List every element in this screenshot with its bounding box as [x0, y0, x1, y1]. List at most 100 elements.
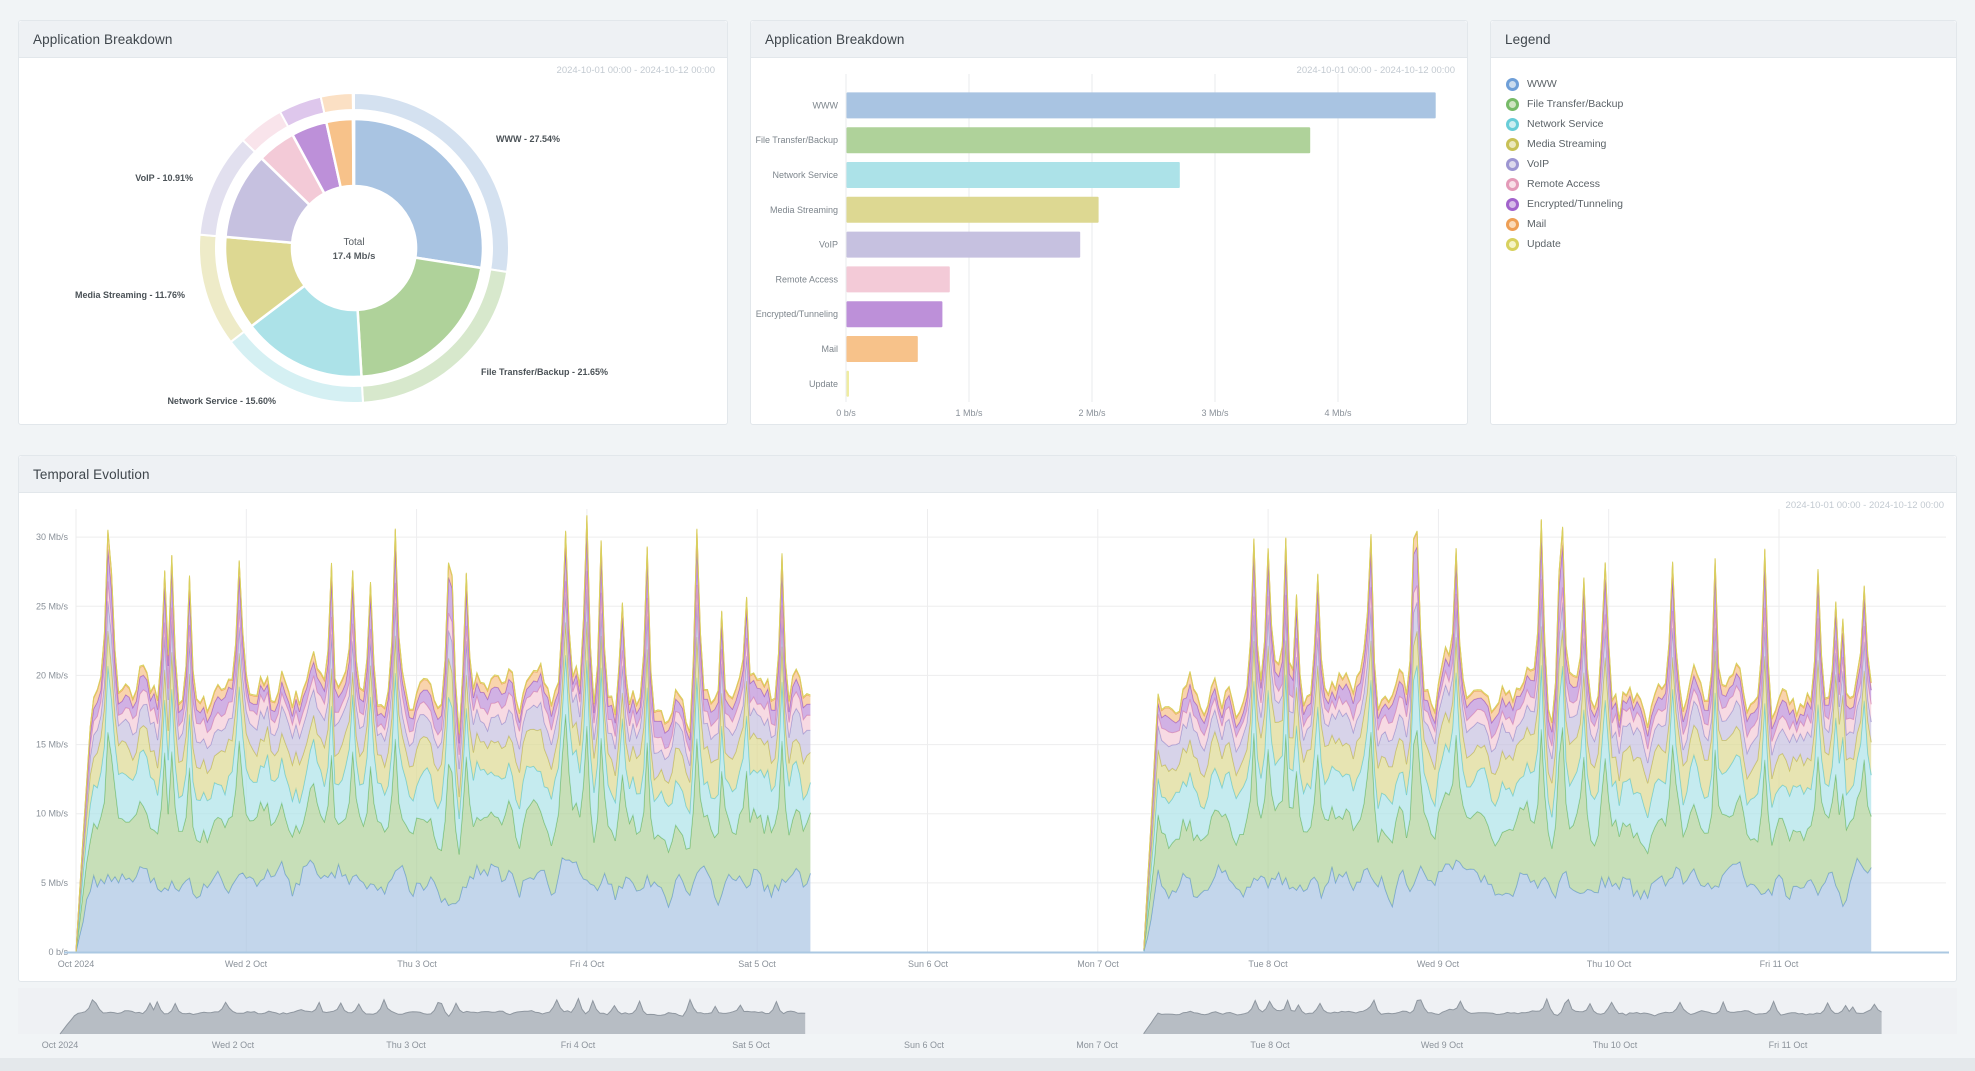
x-axis-tick-label: Thu 3 Oct — [397, 959, 437, 969]
bottom-scroll-strip[interactable] — [0, 1058, 1975, 1071]
panel-body: 2024-10-01 00:00 - 2024-10-12 00:00 0 b/… — [19, 493, 1956, 982]
navigator-chart[interactable]: Oct 2024Wed 2 OctThu 3 OctFri 4 OctSat 5… — [18, 988, 1957, 1058]
donut-total-value: 17.4 Mb/s — [333, 251, 376, 262]
bar-category-label: Mail — [821, 344, 838, 354]
bar-category-label: VoIP — [819, 240, 838, 250]
legend-item-update[interactable]: Update — [1506, 234, 1956, 254]
legend-item-label: WWW — [1527, 78, 1557, 90]
legend-item-encrypted-tunneling[interactable]: Encrypted/Tunneling — [1506, 194, 1956, 214]
bar-mail[interactable] — [847, 336, 918, 362]
timeline-navigator[interactable]: Oct 2024Wed 2 OctThu 3 OctFri 4 OctSat 5… — [18, 988, 1957, 1058]
panel-application-breakdown-bars: Application Breakdown 2024-10-01 00:00 -… — [750, 20, 1468, 425]
x-axis-tick-label: Wed 9 Oct — [1417, 959, 1460, 969]
traffic-dashboard: Application Breakdown 2024-10-01 00:00 -… — [0, 0, 1975, 1071]
legend-item-voip[interactable]: VoIP — [1506, 154, 1956, 174]
legend-item-www[interactable]: WWW — [1506, 74, 1956, 94]
navigator-tick-label: Wed 9 Oct — [1421, 1040, 1464, 1050]
x-axis-tick-label: Mon 7 Oct — [1077, 959, 1119, 969]
x-axis-tick-label: Sun 6 Oct — [908, 959, 949, 969]
bar-category-label: Network Service — [772, 170, 838, 180]
bar-file-transfer-backup[interactable] — [847, 127, 1311, 153]
bar-encrypted-tunneling[interactable] — [847, 301, 943, 327]
bar-chart[interactable]: 0 b/s 1 Mb/s 2 Mb/s 3 Mb/s 4 Mb/s WWW File Tra… — [751, 58, 1467, 426]
x-axis-tick-label: Sat 5 Oct — [738, 959, 776, 969]
panel-title: Legend — [1505, 32, 1551, 47]
bar-www[interactable] — [847, 92, 1436, 118]
y-axis-tick-label: 10 Mb/s — [36, 809, 69, 819]
navigator-tick-label: Mon 7 Oct — [1076, 1040, 1118, 1050]
panel-header: Application Breakdown — [19, 21, 727, 58]
navigator-tick-label: Oct 2024 — [42, 1040, 79, 1050]
donut-total-label: Total — [343, 237, 364, 248]
legend-item-mail[interactable]: Mail — [1506, 214, 1956, 234]
legend-list: WWW File Transfer/Backup Network Service Me… — [1491, 74, 1956, 254]
legend-dot-network-service — [1506, 118, 1519, 131]
bar-category-label: Remote Access — [775, 274, 838, 284]
y-axis-tick-label: 30 Mb/s — [36, 532, 69, 542]
bar-media-streaming[interactable] — [847, 197, 1099, 223]
panel-header: Legend — [1491, 21, 1956, 58]
x-axis-tick-label: Wed 2 Oct — [225, 959, 268, 969]
bar-category-label: Encrypted/Tunneling — [756, 309, 838, 319]
navigator-tick-label: Thu 10 Oct — [1593, 1040, 1638, 1050]
bar-x-tick-label: 1 Mb/s — [955, 408, 983, 418]
panel-body: 2024-10-01 00:00 - 2024-10-12 00:00 WWW … — [19, 58, 727, 425]
donut-outer-slice-encrypted-tunneling[interactable] — [280, 97, 324, 127]
panel-legend: Legend WWW File Transfer/Backup Network Se… — [1490, 20, 1957, 425]
bar-x-tick-label: 0 b/s — [836, 408, 856, 418]
bar-remote-access[interactable] — [847, 266, 950, 292]
legend-item-label: Media Streaming — [1527, 138, 1606, 150]
bar-category-label: WWW — [813, 100, 839, 110]
legend-item-network-service[interactable]: Network Service — [1506, 114, 1956, 134]
panel-title: Temporal Evolution — [33, 467, 150, 482]
panel-body: 2024-10-01 00:00 - 2024-10-12 00:00 0 b/… — [751, 58, 1467, 425]
legend-dot-remote-access — [1506, 178, 1519, 191]
bar-x-tick-label: 4 Mb/s — [1324, 408, 1352, 418]
legend-dot-update — [1506, 238, 1519, 251]
donut-slice-label: Media Streaming - 11.76% — [75, 290, 185, 300]
panel-header: Temporal Evolution — [19, 456, 1956, 493]
bar-x-tick-label: 3 Mb/s — [1201, 408, 1229, 418]
legend-dot-voip — [1506, 158, 1519, 171]
navigator-tick-label: Sun 6 Oct — [904, 1040, 945, 1050]
y-axis-tick-label: 15 Mb/s — [36, 740, 69, 750]
legend-item-label: Network Service — [1527, 118, 1603, 130]
donut-chart[interactable]: WWW - 27.54%File Transfer/Backup - 21.65… — [19, 58, 727, 426]
stacked-area-chart[interactable]: 0 b/s5 Mb/s10 Mb/s15 Mb/s20 Mb/s25 Mb/s3… — [19, 493, 1956, 982]
bar-voip[interactable] — [847, 232, 1081, 258]
legend-item-remote-access[interactable]: Remote Access — [1506, 174, 1956, 194]
donut-outer-slice-update[interactable] — [353, 93, 354, 110]
panel-title: Application Breakdown — [765, 32, 904, 47]
x-axis-tick-label: Tue 8 Oct — [1248, 959, 1288, 969]
legend-item-label: VoIP — [1527, 158, 1549, 170]
panel-title: Application Breakdown — [33, 32, 172, 47]
time-range-label: 2024-10-01 00:00 - 2024-10-12 00:00 — [1786, 500, 1944, 511]
legend-dot-media-streaming — [1506, 138, 1519, 151]
navigator-tick-label: Tue 8 Oct — [1250, 1040, 1290, 1050]
legend-item-label: Encrypted/Tunneling — [1527, 198, 1623, 210]
navigator-tick-label: Fri 11 Oct — [1769, 1040, 1808, 1050]
legend-item-file-transfer-backup[interactable]: File Transfer/Backup — [1506, 94, 1956, 114]
bar-category-label: File Transfer/Backup — [755, 135, 838, 145]
panel-application-breakdown-donut: Application Breakdown 2024-10-01 00:00 -… — [18, 20, 728, 425]
x-axis-tick-label: Thu 10 Oct — [1587, 959, 1632, 969]
bar-x-tick-label: 2 Mb/s — [1078, 408, 1106, 418]
navigator-tick-label: Wed 2 Oct — [212, 1040, 255, 1050]
donut-slice-update[interactable] — [353, 119, 354, 186]
x-axis-tick-label: Fri 11 Oct — [1760, 959, 1799, 969]
legend-item-media-streaming[interactable]: Media Streaming — [1506, 134, 1956, 154]
legend-item-label: File Transfer/Backup — [1527, 98, 1623, 110]
navigator-tick-label: Thu 3 Oct — [386, 1040, 426, 1050]
legend-dot-mail — [1506, 218, 1519, 231]
legend-item-label: Remote Access — [1527, 178, 1600, 190]
bar-update[interactable] — [847, 371, 850, 397]
panel-header: Application Breakdown — [751, 21, 1467, 58]
bar-category-label: Update — [809, 379, 838, 389]
legend-dot-file-transfer-backup — [1506, 98, 1519, 111]
legend-item-label: Mail — [1527, 218, 1546, 230]
donut-outer-slice-mail[interactable] — [321, 93, 353, 113]
bar-network-service[interactable] — [847, 162, 1180, 188]
panel-body: WWW File Transfer/Backup Network Service Me… — [1491, 74, 1956, 441]
donut-slice-label: Network Service - 15.60% — [167, 396, 276, 406]
legend-dot-encrypted-tunneling — [1506, 198, 1519, 211]
